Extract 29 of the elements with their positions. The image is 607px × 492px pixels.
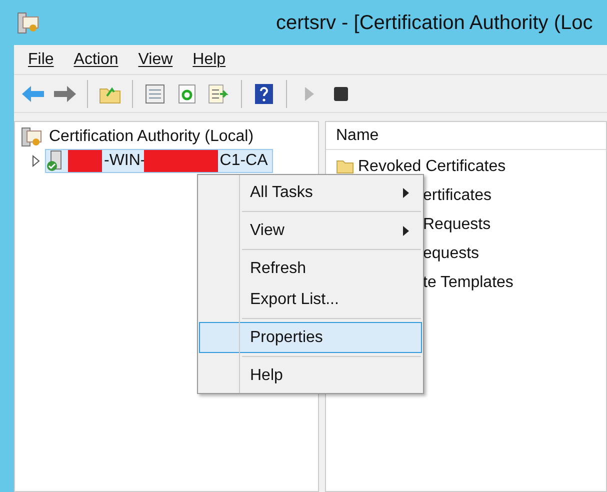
menu-item[interactable]: Action	[74, 48, 118, 72]
stop-icon	[333, 86, 349, 102]
menu-item[interactable]: View	[199, 215, 422, 246]
menu-item[interactable]: Help	[192, 48, 226, 72]
submenu-arrow-icon	[403, 188, 409, 198]
expand-arrow-icon[interactable]	[31, 155, 41, 167]
window-title: certsrv - [Certification Authority (Loc	[276, 10, 593, 36]
certificate-icon	[21, 126, 43, 148]
menu-item[interactable]: Refresh	[199, 253, 422, 284]
redaction-mark	[68, 150, 102, 172]
tree-node-label: -WIN-	[104, 151, 146, 171]
tree-root-label[interactable]: Certification Authority (Local)	[49, 125, 254, 149]
tree-node[interactable]: -WIN- C1-CA	[45, 149, 273, 173]
menu-item[interactable]: Properties	[199, 322, 422, 353]
column-header[interactable]: Name	[326, 122, 606, 150]
list-item-label[interactable]: Requests	[423, 212, 491, 236]
play-icon	[303, 86, 315, 102]
menu-item[interactable]: Help	[199, 360, 422, 391]
list-item-label[interactable]: ertificates	[423, 184, 492, 208]
list-item-label[interactable]: te Templates	[423, 270, 514, 294]
submenu-arrow-icon	[403, 226, 409, 236]
tree-node-label: C1-CA	[220, 151, 268, 171]
menu-item[interactable]: File	[28, 48, 54, 72]
certificate-server-icon	[16, 10, 40, 34]
list-item-label[interactable]: equests	[423, 242, 480, 266]
menu-item[interactable]: All Tasks	[199, 177, 422, 208]
list-item-label[interactable]: Revoked Certificates	[358, 154, 506, 178]
menu-item[interactable]: Export List...	[199, 284, 422, 315]
menu-item[interactable]: View	[138, 48, 173, 72]
